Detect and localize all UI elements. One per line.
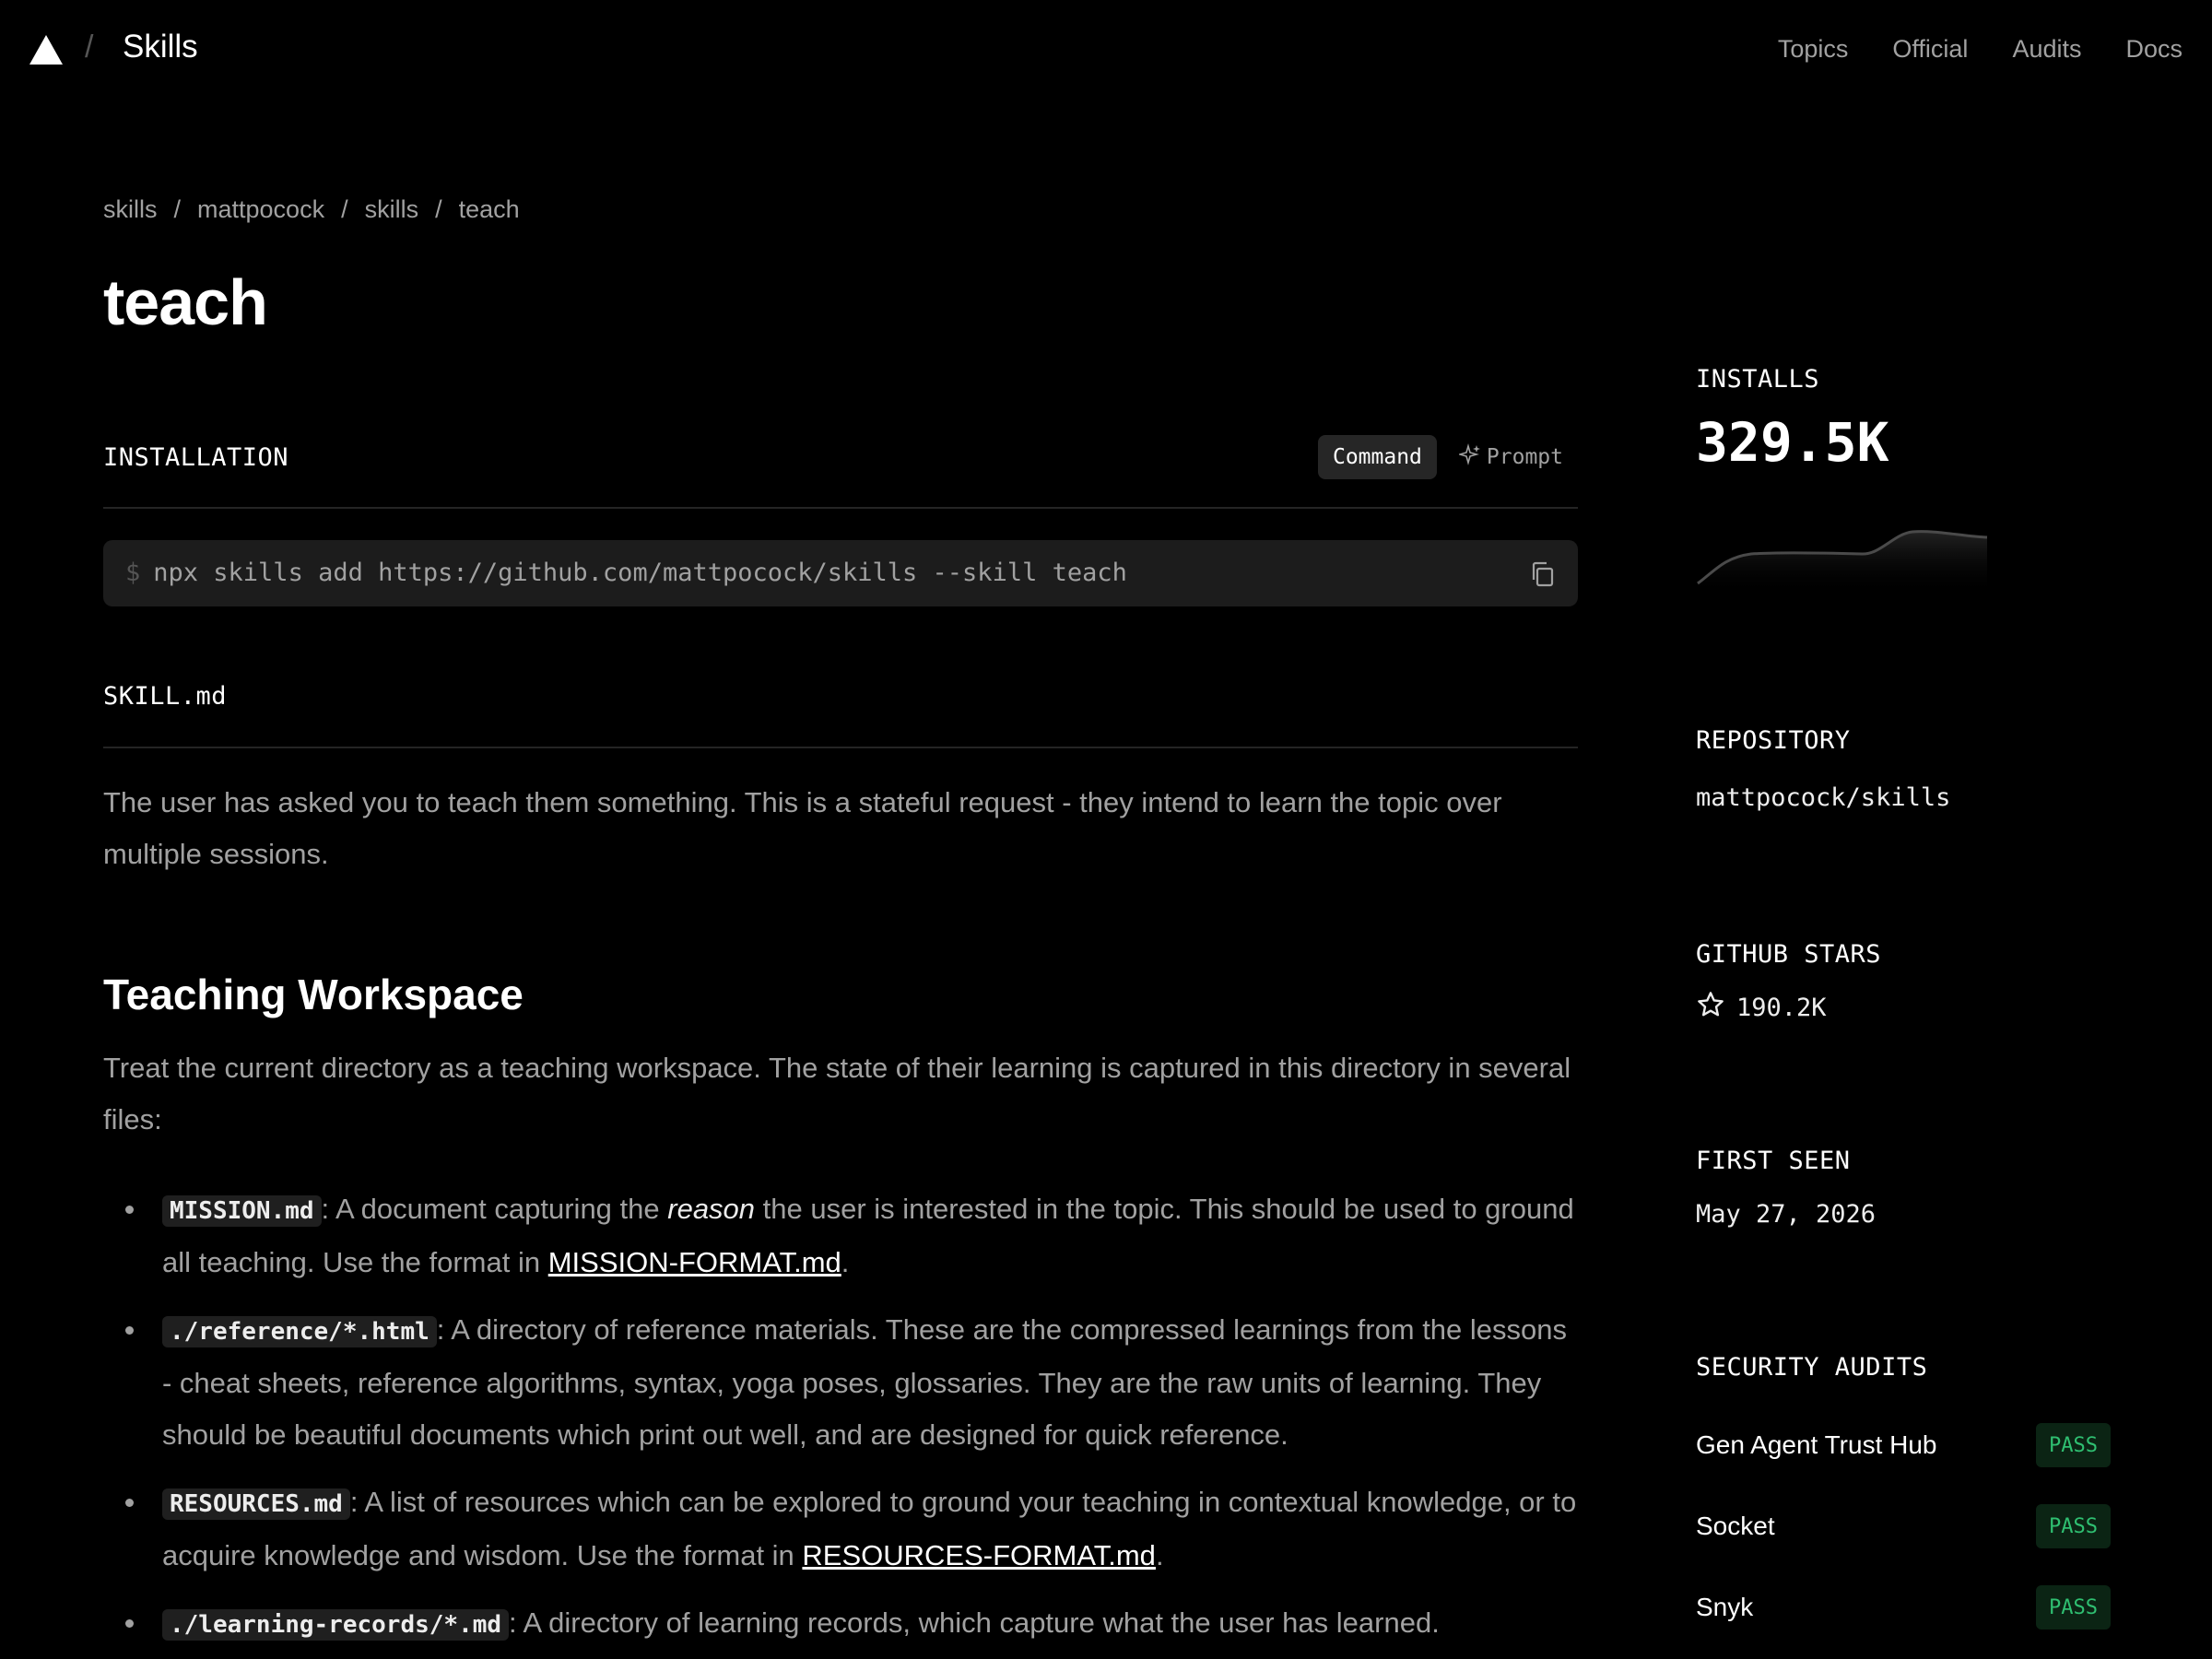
tab-prompt[interactable]: Prompt: [1444, 435, 1578, 479]
inline-code: RESOURCES.md: [162, 1488, 350, 1520]
copy-icon[interactable]: [1530, 560, 1556, 588]
top-nav: Topics Official Audits Docs: [1778, 35, 2183, 64]
installation-label: INSTALLATION: [103, 443, 289, 472]
tab-command-label: Command: [1332, 445, 1422, 469]
tab-command[interactable]: Command: [1317, 435, 1437, 479]
list-item: ./learning-records/*.md: A directory of …: [125, 1597, 1582, 1651]
list-item-text: : A directory of learning records, which…: [509, 1606, 1440, 1639]
list-item: ./reference/*.html: A directory of refer…: [125, 1304, 1582, 1461]
status-badge: PASS: [2036, 1423, 2111, 1467]
install-command-text: npx skills add https://github.com/mattpo…: [153, 559, 1127, 587]
list-item: MISSION.md: A document capturing the rea…: [125, 1183, 1582, 1288]
install-command-box: $ npx skills add https://github.com/mattp…: [103, 540, 1578, 606]
audit-row[interactable]: Snyk PASS: [1696, 1585, 2111, 1630]
breadcrumb-separator: /: [435, 195, 442, 223]
skill-file-label: SKILL.md: [103, 682, 228, 711]
first-seen-label: FIRST SEEN: [1696, 1147, 1851, 1175]
breadcrumb-separator: /: [341, 195, 348, 223]
github-stars-count: 190.2K: [1736, 994, 1827, 1022]
status-badge: PASS: [2036, 1504, 2111, 1548]
nav-audits[interactable]: Audits: [2012, 35, 2081, 64]
audit-name: Gen Agent Trust Hub: [1696, 1430, 1937, 1459]
workspace-file-list: MISSION.md: A document capturing the rea…: [125, 1183, 1582, 1659]
logo-triangle-icon[interactable]: [29, 35, 63, 65]
skill-intro: The user has asked you to teach them som…: [103, 786, 1502, 870]
breadcrumb-current: teach: [458, 195, 520, 223]
breadcrumb-item[interactable]: mattpocock: [197, 195, 324, 224]
first-seen-date: May 27, 2026: [1696, 1200, 1877, 1229]
emphasis-text: reason: [667, 1193, 756, 1225]
inline-code: ./learning-records/*.md: [162, 1609, 510, 1641]
workspace-description: Treat the current directory as a teachin…: [103, 1052, 1571, 1135]
breadcrumb-item[interactable]: skills: [103, 195, 158, 224]
mission-format-link[interactable]: MISSION-FORMAT.md: [548, 1246, 841, 1278]
audit-row[interactable]: Socket PASS: [1696, 1504, 2111, 1548]
top-bar: / Skills Topics Official Audits Docs: [0, 0, 2212, 101]
install-mode-toggle: Command Prompt: [1317, 435, 1578, 479]
status-badge: PASS: [2036, 1585, 2111, 1630]
star-icon: [1696, 990, 1725, 1026]
nav-docs[interactable]: Docs: [2125, 35, 2183, 64]
nav-topics[interactable]: Topics: [1778, 35, 1849, 64]
tab-prompt-label: Prompt: [1486, 445, 1563, 469]
installs-sparkline: [1696, 521, 1991, 599]
skill-file-header: SKILL.md: [103, 673, 1578, 748]
breadcrumb: skills / mattpocock / skills / teach: [103, 195, 520, 224]
resources-format-link[interactable]: RESOURCES-FORMAT.md: [802, 1539, 1156, 1571]
repository-link[interactable]: mattpocock/skills: [1696, 783, 1950, 812]
install-command[interactable]: $ npx skills add https://github.com/mattp…: [125, 559, 1127, 587]
audit-row[interactable]: Gen Agent Trust Hub PASS: [1696, 1423, 2111, 1467]
installs-label: INSTALLS: [1696, 365, 1820, 394]
page-title: teach: [103, 266, 268, 338]
list-item-text: .: [841, 1246, 850, 1278]
security-audits-label: SECURITY AUDITS: [1696, 1353, 1928, 1382]
sparkle-icon: [1456, 443, 1481, 471]
list-item: RESOURCES.md: A list of resources which …: [125, 1477, 1582, 1582]
breadcrumb-separator: /: [173, 195, 182, 223]
github-stars-label: GITHUB STARS: [1696, 940, 1882, 969]
github-stars: 190.2K: [1696, 990, 1827, 1026]
section-heading: Teaching Workspace: [103, 971, 524, 1018]
audit-name: Snyk: [1696, 1593, 1754, 1621]
installs-count: 329.5K: [1696, 411, 1889, 474]
audit-name: Socket: [1696, 1512, 1775, 1540]
list-item-text: : A document capturing the: [321, 1193, 668, 1225]
repository-label: REPOSITORY: [1696, 726, 1851, 755]
inline-code: ./reference/*.html: [162, 1316, 437, 1347]
installation-header: INSTALLATION Command Prompt: [103, 433, 1578, 509]
shell-prompt: $: [125, 559, 141, 587]
inline-code: MISSION.md: [162, 1195, 322, 1227]
breadcrumb-item[interactable]: skills: [365, 195, 419, 224]
brand-name[interactable]: Skills: [123, 29, 198, 65]
brand-separator: /: [85, 29, 94, 65]
list-item-text: .: [1155, 1539, 1164, 1571]
nav-official[interactable]: Official: [1892, 35, 1968, 64]
